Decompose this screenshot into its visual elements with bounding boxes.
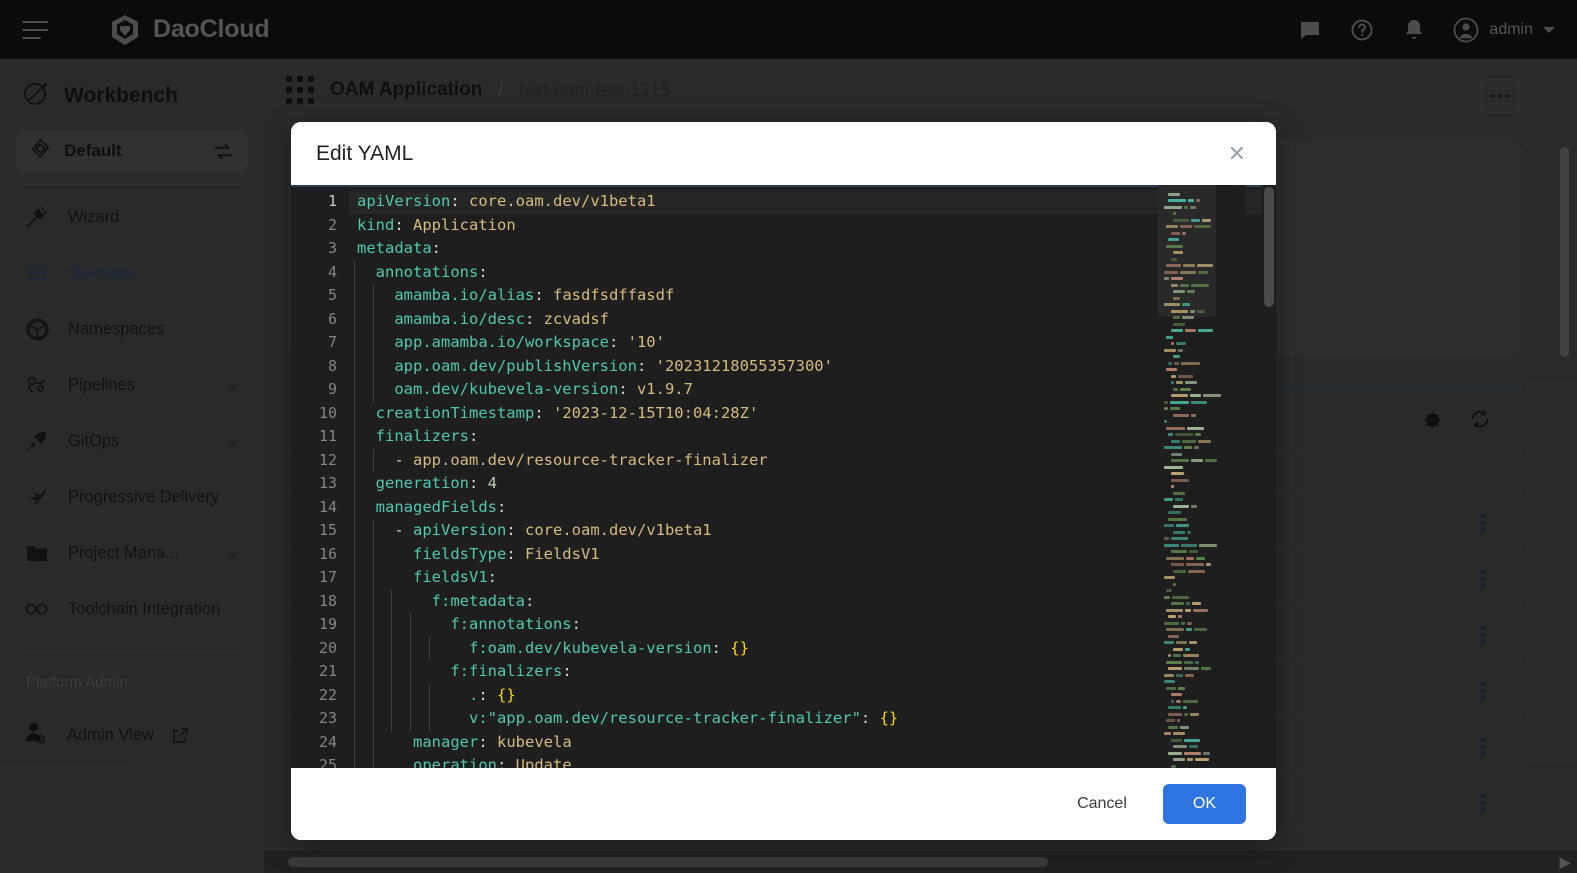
code-line[interactable]: f:metadata: xyxy=(349,589,1276,613)
code-line[interactable]: fieldsV1: xyxy=(349,566,1276,590)
line-number: 21 xyxy=(318,662,337,680)
editor-line-numbers: 1 2 3 4 5 6 7 8 9 10 11 12 13 14 15 16 17 18 19 20 21 22 23 24 2… xyxy=(291,185,349,768)
minimap-slider[interactable] xyxy=(1158,185,1216,317)
code-line[interactable]: fieldsType: FieldsV1 xyxy=(349,542,1276,566)
line-number: 1 xyxy=(327,192,337,210)
line-number: 18 xyxy=(318,591,337,610)
dialog-footer: Cancel OK xyxy=(291,768,1276,840)
editor-minimap[interactable] xyxy=(1158,185,1246,768)
code-line[interactable]: amamba.io/desc: zcvadsf xyxy=(349,307,1276,331)
line-number: 20 xyxy=(318,638,337,657)
editor-code-area[interactable]: apiVersion: core.oam.dev/v1beta1 kind: Ap… xyxy=(349,185,1276,768)
code-line[interactable]: v:"app.oam.dev/resource-tracker-finalize… xyxy=(349,707,1276,731)
code-line[interactable]: - app.oam.dev/resource-tracker-finalizer xyxy=(349,448,1276,472)
code-line[interactable]: creationTimestamp: '2023-12-15T10:04:28Z… xyxy=(349,401,1276,425)
line-number: 12 xyxy=(318,450,337,469)
line-number: 6 xyxy=(327,309,337,328)
code-line[interactable]: apiVersion: core.oam.dev/v1beta1 xyxy=(349,190,1276,214)
line-number: 7 xyxy=(327,333,337,351)
line-number: 14 xyxy=(318,497,337,516)
line-number: 3 xyxy=(327,239,337,257)
line-number: 22 xyxy=(318,685,337,704)
code-line[interactable]: operation: Update xyxy=(349,754,1276,768)
yaml-editor[interactable]: 1 2 3 4 5 6 7 8 9 10 11 12 13 14 15 16 17 18 19 20 21 22 23 24 2… xyxy=(291,185,1276,768)
line-number: 19 xyxy=(318,615,337,633)
code-line[interactable]: amamba.io/alias: fasdfsdffasdf xyxy=(349,284,1276,308)
minimap-line xyxy=(1158,763,1246,768)
code-line[interactable]: f:annotations: xyxy=(349,613,1276,637)
close-icon[interactable]: ✕ xyxy=(1228,142,1246,165)
code-line[interactable]: generation: 4 xyxy=(349,472,1276,496)
line-number: 4 xyxy=(327,262,337,281)
code-line[interactable]: f:oam.dev/kubevela-version: {} xyxy=(349,636,1276,660)
line-number: 2 xyxy=(327,215,337,234)
code-line[interactable]: finalizers: xyxy=(349,425,1276,449)
code-line[interactable]: app.amamba.io/workspace: '10' xyxy=(349,331,1276,355)
code-line[interactable]: metadata: xyxy=(349,237,1276,261)
code-line[interactable]: kind: Application xyxy=(349,214,1276,238)
line-number: 16 xyxy=(318,544,337,563)
edit-yaml-dialog: Edit YAML ✕ 1 2 3 4 5 6 7 8 9 10 11 12 13 14 15 16 17 18 1… xyxy=(291,122,1276,840)
line-number: 10 xyxy=(318,403,337,422)
ok-button[interactable]: OK xyxy=(1162,784,1246,824)
line-number: 13 xyxy=(318,474,337,492)
line-number: 17 xyxy=(318,568,337,586)
editor-scrollbar[interactable] xyxy=(1262,185,1276,768)
editor-scrollbar-thumb[interactable] xyxy=(1264,187,1274,307)
code-line[interactable]: manager: kubevela xyxy=(349,730,1276,754)
code-line[interactable]: managedFields: xyxy=(349,495,1276,519)
line-number: 15 xyxy=(318,521,337,539)
line-number: 24 xyxy=(318,732,337,751)
line-number: 9 xyxy=(327,380,337,398)
line-number: 8 xyxy=(327,356,337,375)
line-number: 5 xyxy=(327,286,337,304)
line-number: 11 xyxy=(318,427,337,445)
code-line[interactable]: - apiVersion: core.oam.dev/v1beta1 xyxy=(349,519,1276,543)
cancel-button[interactable]: Cancel xyxy=(1059,786,1145,822)
code-line[interactable]: f:finalizers: xyxy=(349,660,1276,684)
code-line[interactable]: app.oam.dev/publishVersion: '20231218055… xyxy=(349,354,1276,378)
code-line[interactable]: annotations: xyxy=(349,260,1276,284)
dialog-title: Edit YAML xyxy=(316,141,414,165)
dialog-header: Edit YAML ✕ xyxy=(291,122,1276,185)
code-line[interactable]: oam.dev/kubevela-version: v1.9.7 xyxy=(349,378,1276,402)
line-number: 25 xyxy=(318,756,337,768)
line-number: 23 xyxy=(318,709,337,727)
code-line[interactable]: .: {} xyxy=(349,683,1276,707)
